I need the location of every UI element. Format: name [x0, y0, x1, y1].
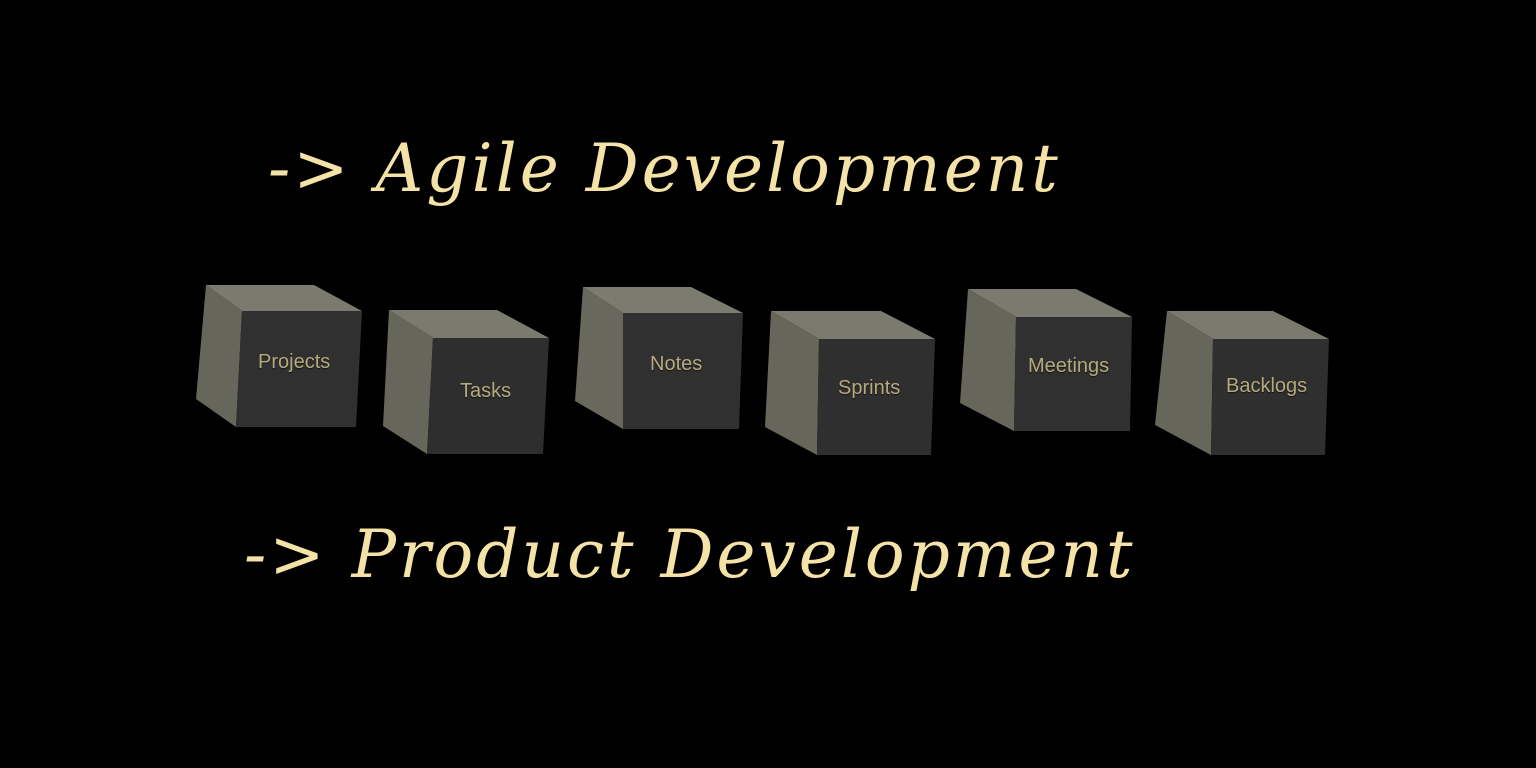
cube-label-backlogs: Backlogs — [1226, 375, 1308, 397]
tasks-cube: Tasks — [381, 308, 549, 478]
cube-label-projects: Projects — [258, 351, 331, 373]
cube-label-notes: Notes — [650, 353, 703, 375]
cube-label-tasks: Tasks — [460, 380, 512, 402]
meetings-cube: Meetings — [958, 287, 1132, 457]
agile-development-heading: -> Agile Development — [268, 130, 1061, 207]
backlogs-cube: Backlogs — [1153, 309, 1329, 479]
cube-label-meetings: Meetings — [1028, 355, 1110, 377]
slide-canvas: -> Agile Development Projects Tasks Note… — [0, 0, 1536, 768]
sprints-cube: Sprints — [763, 309, 935, 479]
projects-cube: Projects — [194, 283, 362, 453]
notes-cube: Notes — [573, 285, 743, 455]
product-development-heading: -> Product Development — [244, 516, 1136, 593]
cube-label-sprints: Sprints — [838, 377, 901, 399]
